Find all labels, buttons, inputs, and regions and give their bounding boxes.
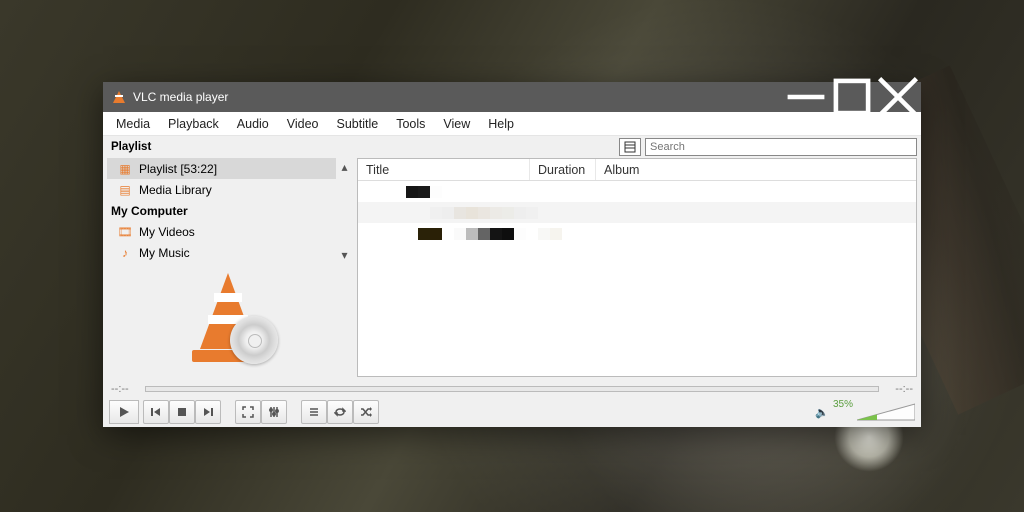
playlist-table: Title Duration Album [357,158,917,377]
search-input-wrapper[interactable] [645,138,917,156]
videos-icon: 🎞 [117,224,133,240]
search-input[interactable] [650,141,912,153]
playback-controls: 🔈 35% [103,397,921,427]
fullscreen-button[interactable] [235,400,261,424]
previous-button[interactable] [143,400,169,424]
scroll-down-icon[interactable]: ▾ [338,248,351,261]
playlist-icon: ▦ [117,161,133,177]
speaker-icon[interactable]: 🔈 [815,406,829,419]
sidebar-item-playlist[interactable]: ▦ Playlist [53:22] [107,158,336,179]
menu-help[interactable]: Help [479,115,523,133]
loop-button[interactable] [327,400,353,424]
sidebar-item-label: My Videos [139,225,195,239]
table-row[interactable] [358,181,916,202]
playlist-button[interactable] [301,400,327,424]
maximize-button[interactable] [829,82,875,112]
sidebar-item-media-library[interactable]: ▤ Media Library [107,179,336,200]
vlc-cone-art [107,263,353,377]
menu-view[interactable]: View [434,115,479,133]
library-icon: ▤ [117,182,133,198]
sidebar-item-label: My Music [139,246,190,260]
titlebar[interactable]: VLC media player [103,82,921,112]
elapsed-time: --:-- [111,383,139,395]
column-headers[interactable]: Title Duration Album [358,159,916,181]
window-title: VLC media player [133,90,783,104]
column-album[interactable]: Album [596,159,916,180]
sidebar-item-my-videos[interactable]: 🎞 My Videos [107,221,336,242]
shuffle-button[interactable] [353,400,379,424]
play-button[interactable] [109,400,139,424]
stop-button[interactable] [169,400,195,424]
vlc-window: VLC media player Media Playback Audio Vi… [103,82,921,427]
sidebar-section-my-computer: My Computer [107,200,336,221]
view-mode-button[interactable] [619,138,641,156]
menu-tools[interactable]: Tools [387,115,434,133]
sidebar-item-label: Playlist [53:22] [139,162,217,176]
music-icon: ♪ [117,245,133,261]
sidebar-scrollbar[interactable]: ▴ ▾ [336,158,353,263]
total-time: --:-- [885,383,913,395]
sidebar-item-label: Media Library [139,183,212,197]
menu-audio[interactable]: Audio [228,115,278,133]
column-duration[interactable]: Duration [530,159,596,180]
menu-subtitle[interactable]: Subtitle [328,115,388,133]
playlist-header-label: Playlist [107,141,353,153]
sidebar-item-my-music[interactable]: ♪ My Music [107,242,336,263]
scroll-up-icon[interactable]: ▴ [338,160,351,173]
table-row[interactable] [358,223,916,244]
menubar: Media Playback Audio Video Subtitle Tool… [103,112,921,136]
seek-bar[interactable] [145,386,879,392]
table-row[interactable] [358,202,916,223]
menu-video[interactable]: Video [278,115,328,133]
close-button[interactable] [875,82,921,112]
volume-percent: 35% [833,399,853,410]
menu-media[interactable]: Media [107,115,159,133]
sidebar: ▦ Playlist [53:22] ▤ Media Library My Co… [107,158,353,377]
extended-settings-button[interactable] [261,400,287,424]
minimize-button[interactable] [783,82,829,112]
vlc-cone-icon [111,89,127,105]
column-title[interactable]: Title [358,159,530,180]
next-button[interactable] [195,400,221,424]
volume-slider[interactable] [857,403,915,421]
menu-playback[interactable]: Playback [159,115,228,133]
